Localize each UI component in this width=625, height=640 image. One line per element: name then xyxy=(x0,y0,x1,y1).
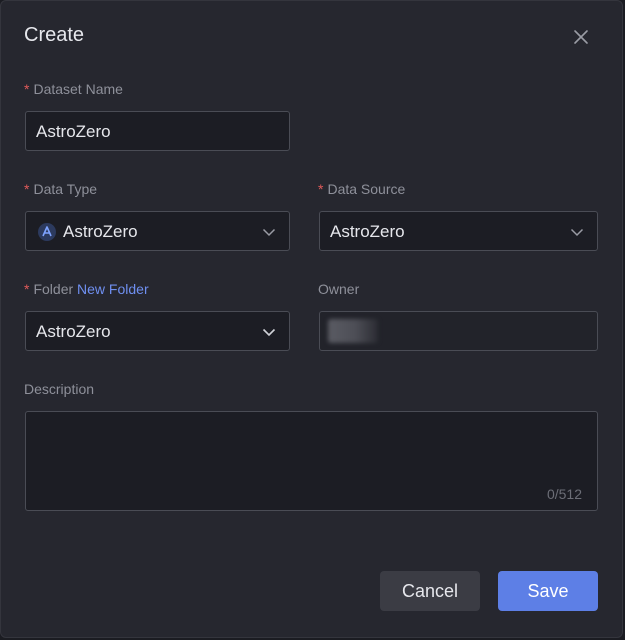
data-source-label: * Data Source xyxy=(318,181,405,197)
description-textarea[interactable]: 0/512 xyxy=(25,411,598,511)
required-mark: * xyxy=(24,281,30,297)
chevron-down-icon xyxy=(261,224,277,240)
dataset-name-label-text: Dataset Name xyxy=(33,81,123,97)
description-label: Description xyxy=(24,381,95,397)
data-type-select[interactable]: AstroZero xyxy=(25,211,290,251)
data-source-value: AstroZero xyxy=(330,222,405,241)
create-dataset-dialog: Create * Dataset Name AstroZero * Data Typ… xyxy=(0,0,623,638)
data-source-select[interactable]: AstroZero xyxy=(319,211,598,251)
folder-value: AstroZero xyxy=(36,322,111,341)
folder-label: * Folder New Folder xyxy=(24,281,149,297)
save-button[interactable]: Save xyxy=(498,571,598,611)
data-type-value: AstroZero xyxy=(63,222,138,241)
required-mark: * xyxy=(24,181,30,197)
owner-label: Owner xyxy=(318,281,360,297)
owner-field xyxy=(319,311,598,351)
chevron-down-icon xyxy=(569,224,585,240)
folder-select[interactable]: AstroZero xyxy=(25,311,290,351)
required-mark: * xyxy=(318,181,324,197)
dataset-name-value: AstroZero xyxy=(36,122,111,141)
folder-label-text: Folder xyxy=(33,281,74,297)
data-source-label-text: Data Source xyxy=(327,181,406,197)
cancel-button[interactable]: Cancel xyxy=(380,571,480,611)
character-counter: 0/512 xyxy=(546,486,582,502)
dialog-title: Create xyxy=(24,24,85,46)
astrozero-logo-icon xyxy=(37,222,57,242)
data-type-label-text: Data Type xyxy=(33,181,98,197)
required-mark: * xyxy=(24,81,30,97)
data-type-label: * Data Type xyxy=(24,181,97,197)
chevron-down-icon xyxy=(261,324,277,340)
new-folder-link[interactable]: New Folder xyxy=(77,281,149,297)
dataset-name-label: * Dataset Name xyxy=(24,81,123,97)
close-icon[interactable] xyxy=(571,27,591,47)
owner-avatar xyxy=(328,319,378,343)
dataset-name-input[interactable]: AstroZero xyxy=(25,111,290,151)
